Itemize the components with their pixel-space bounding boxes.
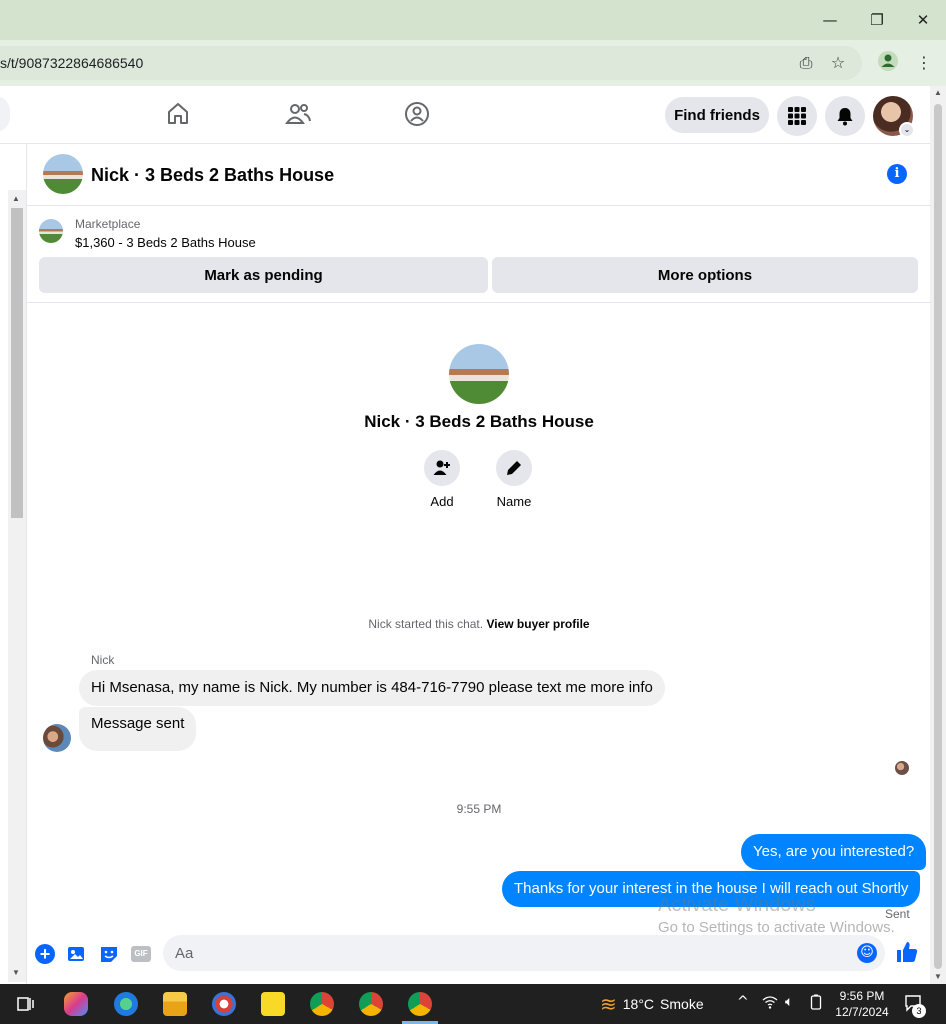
volume-icon[interactable]: 🔈︎	[785, 994, 793, 1010]
emoji-icon[interactable]: ☺	[857, 943, 877, 963]
clock-date: 12/7/2024	[835, 1005, 889, 1019]
profile-icon[interactable]	[875, 50, 901, 76]
edge-icon[interactable]	[114, 992, 138, 1016]
paint-icon[interactable]	[212, 992, 236, 1016]
seen-receipt-avatar	[895, 761, 909, 775]
plus-icon[interactable]: +	[35, 944, 55, 964]
chat-started-text: Nick started this chat.	[368, 617, 484, 631]
add-label: Add	[430, 494, 454, 509]
facebook-top-nav: Find friends ⌄	[0, 86, 946, 144]
scroll-up-icon[interactable]: ▲	[934, 88, 942, 97]
chat-scroll-up-icon[interactable]: ▲	[12, 194, 20, 203]
sticker-icon[interactable]	[99, 944, 119, 964]
incoming-message[interactable]: Message sent	[79, 707, 197, 751]
weather-condition: Smoke	[660, 996, 704, 1012]
listing-title[interactable]: $1,360 - 3 Beds 2 Baths House	[75, 235, 256, 250]
chat-header: Nick · 3 Beds 2 Baths House i	[27, 144, 931, 206]
photo-icon[interactable]	[67, 944, 87, 964]
add-person-icon	[433, 460, 450, 475]
home-icon[interactable]	[164, 100, 194, 130]
thumbs-up-icon[interactable]	[895, 940, 921, 966]
notifications-icon	[837, 108, 853, 126]
chat-started-notice: Nick started this chat. View buyer profi…	[27, 617, 931, 631]
url-text: s/t/9087322864686540	[0, 55, 144, 71]
browser-toolbar: s/t/9087322864686540 ⎙ ☆ ⋮	[0, 40, 946, 86]
friends-icon[interactable]	[284, 100, 314, 130]
more-options-button[interactable]: More options	[492, 257, 918, 293]
listing-thumbnail[interactable]	[39, 219, 63, 243]
file-explorer-icon[interactable]	[163, 992, 187, 1016]
edit-name-button[interactable]: Name	[484, 450, 544, 509]
name-label: Name	[496, 494, 532, 509]
gif-icon[interactable]: GIF	[131, 946, 151, 962]
pencil-icon	[507, 461, 521, 475]
restore-button[interactable]: ❐	[862, 8, 892, 32]
profile-name: Nick · 3 Beds 2 Baths House	[364, 412, 594, 431]
chat-scroll-down-icon[interactable]: ▼	[12, 968, 20, 977]
notifications-button[interactable]	[825, 96, 865, 136]
add-people-button[interactable]: Add	[412, 450, 472, 509]
view-buyer-profile-link[interactable]: View buyer profile	[486, 617, 589, 631]
mark-as-pending-button[interactable]: Mark as pending	[39, 257, 488, 293]
task-view-icon[interactable]	[14, 992, 38, 1016]
sender-name: Nick	[91, 653, 115, 667]
profile-avatar[interactable]	[449, 344, 509, 404]
scroll-down-icon[interactable]: ▼	[934, 972, 942, 981]
chat-scrollbar[interactable]: ▲ ▼	[8, 190, 26, 982]
weather-temperature: 18°C	[622, 996, 655, 1012]
chat-scrollbar-thumb[interactable]	[11, 208, 23, 518]
marketplace-label: Marketplace	[75, 217, 141, 231]
weather-widget[interactable]: ≋ 18°C Smoke	[600, 984, 704, 1024]
chat-panel: Nick · 3 Beds 2 Baths House i Marketplac…	[26, 144, 931, 984]
account-chevron-down-icon[interactable]: ⌄	[899, 122, 915, 138]
search-input[interactable]	[0, 96, 10, 132]
notification-count-badge: 3	[912, 1004, 926, 1018]
chrome-active-icon[interactable]	[408, 992, 432, 1016]
message-input[interactable]	[163, 935, 885, 971]
outgoing-message[interactable]: Yes, are you interested?	[741, 834, 927, 870]
marketplace-bar: Marketplace $1,360 - 3 Beds 2 Baths Hous…	[27, 207, 931, 303]
chrome-profile-a-icon[interactable]	[310, 992, 334, 1016]
sender-avatar[interactable]	[43, 724, 71, 752]
message-composer: + GIF ☺	[27, 934, 931, 984]
install-app-icon[interactable]: ⎙	[793, 50, 819, 76]
minimize-button[interactable]: —	[815, 8, 845, 32]
chat-title[interactable]: Nick · 3 Beds 2 Baths House	[91, 165, 334, 186]
listing-avatar[interactable]	[43, 154, 83, 194]
clock-time: 9:56 PM	[839, 989, 885, 1003]
page-scrollbar[interactable]: ▲ ▼	[930, 86, 946, 984]
copilot-icon[interactable]	[64, 992, 88, 1016]
windows-taskbar: ≋ 18°C Smoke ^ 🔈︎ 9:56 PM 12/7/2024 3	[0, 984, 946, 1024]
bookmark-star-icon[interactable]: ☆	[825, 50, 851, 76]
info-icon[interactable]: i	[887, 164, 907, 184]
browser-titlebar: — ❐ ✕	[0, 0, 946, 40]
address-bar[interactable]: s/t/9087322864686540 ⎙ ☆	[0, 46, 862, 80]
message-timestamp: 9:55 PM	[456, 802, 502, 816]
incoming-message[interactable]: Hi Msenasa, my name is Nick. My number i…	[79, 670, 665, 706]
smoke-weather-icon: ≋	[600, 992, 617, 1016]
close-window-button[interactable]: ✕	[908, 8, 938, 32]
browser-menu-icon[interactable]: ⋮	[911, 50, 937, 76]
find-friends-button[interactable]: Find friends	[665, 97, 769, 133]
wifi-icon[interactable]	[762, 994, 778, 1014]
menu-grid-button[interactable]	[777, 96, 817, 136]
show-hidden-icons-icon[interactable]: ^	[737, 994, 749, 1010]
battery-icon[interactable]	[810, 994, 822, 1014]
menu-grid-icon	[788, 107, 806, 125]
system-clock[interactable]: 9:56 PM 12/7/2024	[832, 988, 892, 1020]
chrome-profile-b-icon[interactable]	[359, 992, 383, 1016]
activation-watermark-title: Activate Windows	[658, 894, 816, 916]
groups-icon[interactable]	[403, 100, 433, 130]
page-scrollbar-thumb[interactable]	[934, 104, 942, 969]
sticky-notes-icon[interactable]	[261, 992, 285, 1016]
